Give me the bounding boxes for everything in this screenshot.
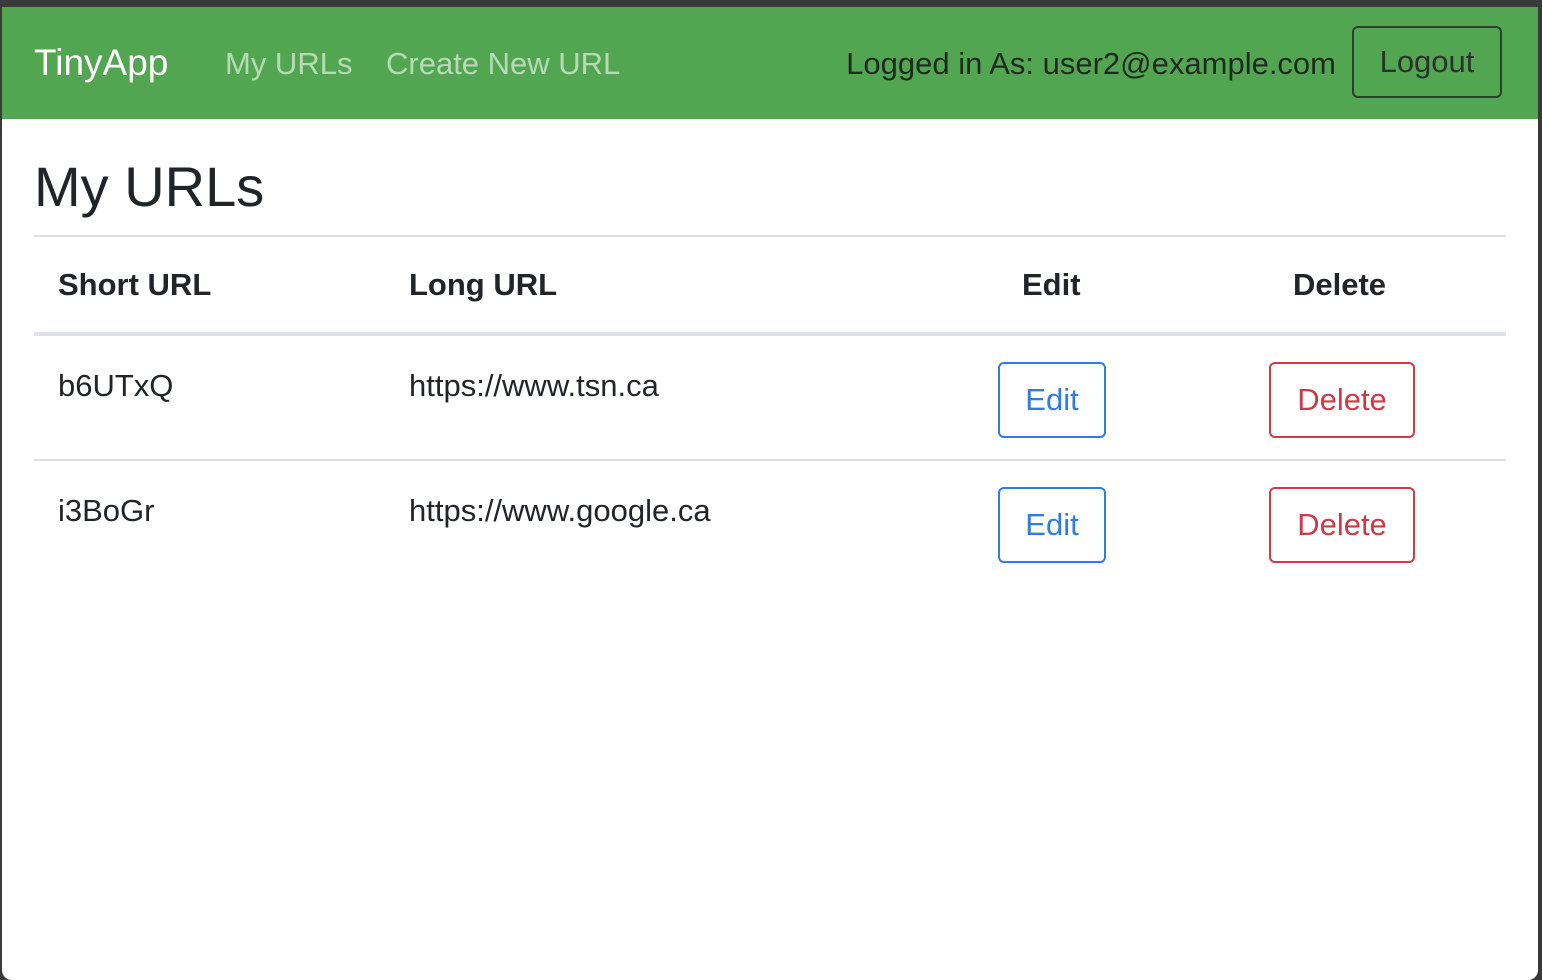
table-header-row: Short URL Long URL Edit Delete (34, 236, 1506, 334)
long-url-cell: https://www.google.ca (409, 493, 711, 528)
logout-button[interactable]: Logout (1352, 26, 1502, 98)
delete-button[interactable]: Delete (1269, 487, 1415, 563)
header-edit: Edit (1022, 266, 1081, 302)
browser-viewport: TinyApp My URLs Create New URL Logged in… (2, 7, 1538, 980)
navbar: TinyApp My URLs Create New URL Logged in… (2, 7, 1538, 119)
page-title: My URLs (34, 155, 265, 218)
table-row: b6UTxQ https://www.tsn.ca Edit Delete (34, 334, 1506, 460)
table-row: i3BoGr https://www.google.ca Edit Delete (34, 460, 1506, 586)
edit-cell: Edit (998, 334, 1269, 460)
brand-link[interactable]: TinyApp (34, 41, 168, 85)
edit-cell: Edit (998, 460, 1269, 586)
table-header: Short URL Long URL Edit Delete (34, 236, 1506, 334)
short-url-cell: b6UTxQ (58, 368, 174, 403)
edit-button[interactable]: Edit (998, 362, 1106, 438)
header-long-url: Long URL (409, 266, 558, 302)
nav-link-create-new-url[interactable]: Create New URL (386, 44, 620, 84)
header-short-url: Short URL (58, 266, 212, 302)
delete-button[interactable]: Delete (1269, 362, 1415, 438)
delete-cell: Delete (1269, 334, 1506, 460)
edit-button[interactable]: Edit (998, 487, 1106, 563)
delete-cell: Delete (1269, 460, 1506, 586)
table-body: b6UTxQ https://www.tsn.ca Edit Delete i3… (34, 334, 1506, 586)
long-url-cell: https://www.tsn.ca (409, 368, 659, 403)
nav-link-my-urls[interactable]: My URLs (225, 44, 352, 84)
urls-table-container: Short URL Long URL Edit Delete b6UTxQ ht… (34, 235, 1506, 586)
logged-in-status: Logged in As: user2@example.com (846, 46, 1336, 81)
short-url-cell: i3BoGr (58, 493, 155, 528)
urls-table: Short URL Long URL Edit Delete b6UTxQ ht… (34, 235, 1506, 586)
header-delete: Delete (1293, 266, 1387, 302)
